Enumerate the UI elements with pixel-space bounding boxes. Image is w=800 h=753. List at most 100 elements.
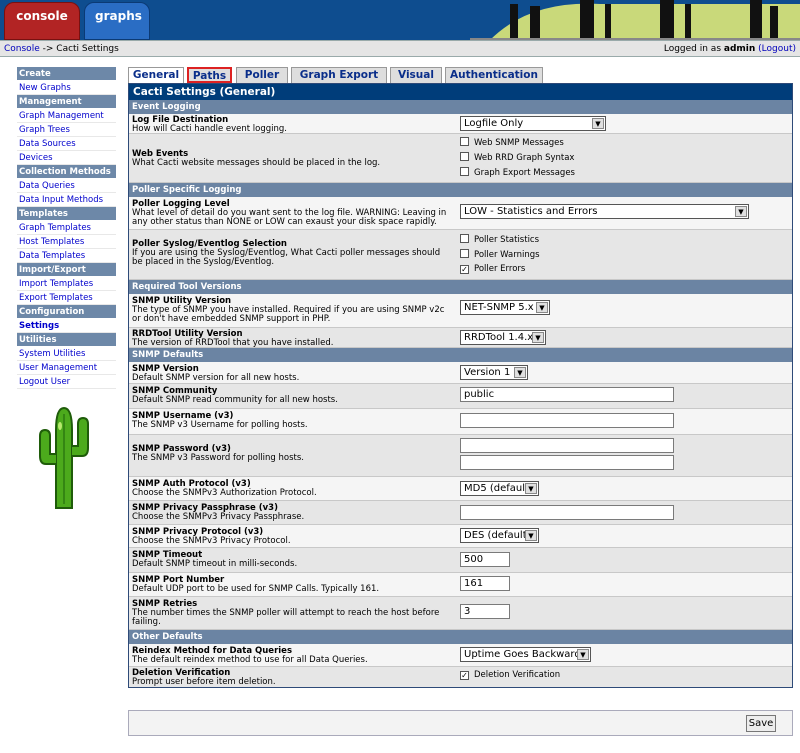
sidebar-menu: Create New Graphs Management Graph Manag… — [17, 67, 116, 389]
menu-head-configuration: Configuration — [17, 305, 116, 319]
save-button[interactable]: Save — [746, 715, 776, 732]
row-poller-syslog: Poller Syslog/Eventlog Selection If you a… — [129, 230, 792, 280]
chevron-down-icon: ▼ — [525, 483, 537, 494]
graph-export-checkbox[interactable]: Graph Export Messages — [460, 167, 575, 182]
menu-item-logout-user[interactable]: Logout User — [17, 375, 116, 389]
deletion-label: Deletion Verification Prompt user before … — [132, 668, 276, 687]
tab-paths[interactable]: Paths — [187, 67, 232, 83]
menu-item-user-management[interactable]: User Management — [17, 361, 116, 375]
settings-panel: Cacti Settings (General) Event Logging L… — [128, 83, 793, 688]
snmp-version-select[interactable]: Version 1 ▼ — [460, 365, 528, 380]
breadcrumb-current: Cacti Settings — [56, 44, 119, 54]
web-snmp-checkbox[interactable]: Web SNMP Messages — [460, 137, 575, 152]
menu-item-devices[interactable]: Devices — [17, 151, 116, 165]
row-snmp-password: SNMP Password (v3) The SNMP v3 Password f… — [129, 435, 792, 477]
tab-authentication[interactable]: Authentication — [445, 67, 543, 83]
save-bar: Save — [128, 710, 793, 736]
poller-level-label: Poller Logging Level What level of detail… — [132, 199, 447, 227]
rrdtool-label: RRDTool Utility Version The version of RR… — [132, 329, 334, 348]
log-destination-label: Log File Destination How will Cacti handl… — [132, 115, 287, 134]
breadcrumb-bar: Console -> Cacti Settings Logged in as a… — [0, 40, 800, 57]
snmp-username-input[interactable] — [460, 413, 674, 428]
row-rrdtool: RRDTool Utility Version The version of RR… — [129, 328, 792, 348]
web-rrd-checkbox[interactable]: Web RRD Graph Syntax — [460, 152, 575, 167]
snmp-password-confirm-input[interactable] — [460, 455, 674, 470]
graphs-tab[interactable]: graphs — [84, 2, 150, 40]
snmp-auth-select[interactable]: MD5 (default) ▼ — [460, 481, 539, 496]
row-snmp-auth: SNMP Auth Protocol (v3) Choose the SNMPv3… — [129, 477, 792, 501]
snmp-priv-proto-select[interactable]: DES (default) ▼ — [460, 528, 539, 543]
tab-graph-export[interactable]: Graph Export — [291, 67, 387, 83]
reindex-select[interactable]: Uptime Goes Backwards ▼ — [460, 647, 591, 662]
web-events-label: Web Events What Cacti website messages sh… — [132, 149, 381, 168]
tab-poller[interactable]: Poller — [236, 67, 288, 83]
menu-item-import-templates[interactable]: Import Templates — [17, 277, 116, 291]
row-snmp-retries: SNMP Retries The number times the SNMP po… — [129, 597, 792, 630]
row-log-destination: Log File Destination How will Cacti handl… — [129, 114, 792, 134]
snmp-retries-input[interactable]: 3 — [460, 604, 510, 619]
snmp-username-label: SNMP Username (v3) The SNMP v3 Username f… — [132, 411, 308, 430]
row-reindex: Reindex Method for Data Queries The defau… — [129, 644, 792, 667]
row-snmp-utility: SNMP Utility Version The type of SNMP you… — [129, 294, 792, 328]
chevron-down-icon: ▼ — [525, 530, 537, 541]
snmp-priv-proto-label: SNMP Privacy Protocol (v3) Choose the SNM… — [132, 527, 291, 546]
row-snmp-username: SNMP Username (v3) The SNMP v3 Username f… — [129, 409, 792, 435]
snmp-utility-select[interactable]: NET-SNMP 5.x ▼ — [460, 300, 550, 315]
menu-item-graph-management[interactable]: Graph Management — [17, 109, 116, 123]
poller-level-select[interactable]: LOW - Statistics and Errors ▼ — [460, 204, 749, 219]
row-poller-level: Poller Logging Level What level of detail… — [129, 197, 792, 230]
reindex-label: Reindex Method for Data Queries The defau… — [132, 646, 368, 665]
menu-item-data-input-methods[interactable]: Data Input Methods — [17, 193, 116, 207]
menu-item-settings[interactable]: Settings — [17, 319, 116, 333]
menu-item-data-queries[interactable]: Data Queries — [17, 179, 116, 193]
breadcrumb-console-link[interactable]: Console — [4, 44, 40, 54]
row-snmp-port: SNMP Port Number Default UDP port to be u… — [129, 573, 792, 597]
poller-statistics-checkbox[interactable]: Poller Statistics — [460, 234, 540, 249]
row-snmp-community: SNMP Community Default SNMP read communit… — [129, 384, 792, 409]
cactus-logo-icon — [39, 406, 89, 509]
row-snmp-priv-proto: SNMP Privacy Protocol (v3) Choose the SNM… — [129, 525, 792, 548]
snmp-timeout-input[interactable]: 500 — [460, 552, 510, 567]
chevron-down-icon: ▼ — [735, 206, 747, 217]
panel-title: Cacti Settings (General) — [129, 84, 792, 100]
poller-errors-checkbox[interactable]: ✓ Poller Errors — [460, 264, 540, 279]
menu-item-new-graphs[interactable]: New Graphs — [17, 81, 116, 95]
poller-warnings-checkbox[interactable]: Poller Warnings — [460, 249, 540, 264]
menu-item-system-utilities[interactable]: System Utilities — [17, 347, 116, 361]
menu-item-export-templates[interactable]: Export Templates — [17, 291, 116, 305]
login-status: Logged in as admin (Logout) — [664, 44, 796, 54]
login-prefix: Logged in as — [663, 44, 722, 54]
menu-item-graph-trees[interactable]: Graph Trees — [17, 123, 116, 137]
menu-head-create: Create — [17, 67, 116, 81]
snmp-community-input[interactable]: public — [460, 387, 674, 402]
snmp-password-input[interactable] — [460, 438, 674, 453]
chevron-down-icon: ▼ — [536, 302, 548, 313]
tab-visual[interactable]: Visual — [390, 67, 442, 83]
snmp-priv-pass-input[interactable] — [460, 505, 674, 520]
row-snmp-version: SNMP Version Default SNMP version for all… — [129, 362, 792, 384]
snmp-utility-label: SNMP Utility Version The type of SNMP you… — [132, 296, 445, 324]
poller-syslog-label: Poller Syslog/Eventlog Selection If you a… — [132, 239, 441, 267]
row-deletion: Deletion Verification Prompt user before … — [129, 667, 792, 687]
log-destination-select[interactable]: Logfile Only ▼ — [460, 116, 606, 131]
chevron-down-icon: ▼ — [532, 332, 544, 343]
row-web-events: Web Events What Cacti website messages sh… — [129, 134, 792, 183]
snmp-port-input[interactable]: 161 — [460, 576, 510, 591]
menu-head-utilities: Utilities — [17, 333, 116, 347]
menu-item-host-templates[interactable]: Host Templates — [17, 235, 116, 249]
deletion-verification-checkbox[interactable]: ✓ Deletion Verification — [460, 670, 560, 685]
menu-item-data-templates[interactable]: Data Templates — [17, 249, 116, 263]
logout-link[interactable]: (Logout) — [758, 44, 796, 54]
section-event-logging: Event Logging — [129, 100, 792, 114]
menu-head-collection-methods: Collection Methods — [17, 165, 116, 179]
snmp-port-label: SNMP Port Number Default UDP port to be u… — [132, 575, 380, 594]
console-tab[interactable]: console — [4, 2, 80, 40]
menu-item-data-sources[interactable]: Data Sources — [17, 137, 116, 151]
menu-item-graph-templates[interactable]: Graph Templates — [17, 221, 116, 235]
chevron-down-icon: ▼ — [577, 649, 589, 660]
menu-head-management: Management — [17, 95, 116, 109]
breadcrumb-separator: -> — [42, 44, 54, 54]
rrdtool-select[interactable]: RRDTool 1.4.x ▼ — [460, 330, 546, 345]
tab-general[interactable]: General — [128, 67, 184, 83]
snmp-timeout-label: SNMP Timeout Default SNMP timeout in mill… — [132, 550, 298, 569]
